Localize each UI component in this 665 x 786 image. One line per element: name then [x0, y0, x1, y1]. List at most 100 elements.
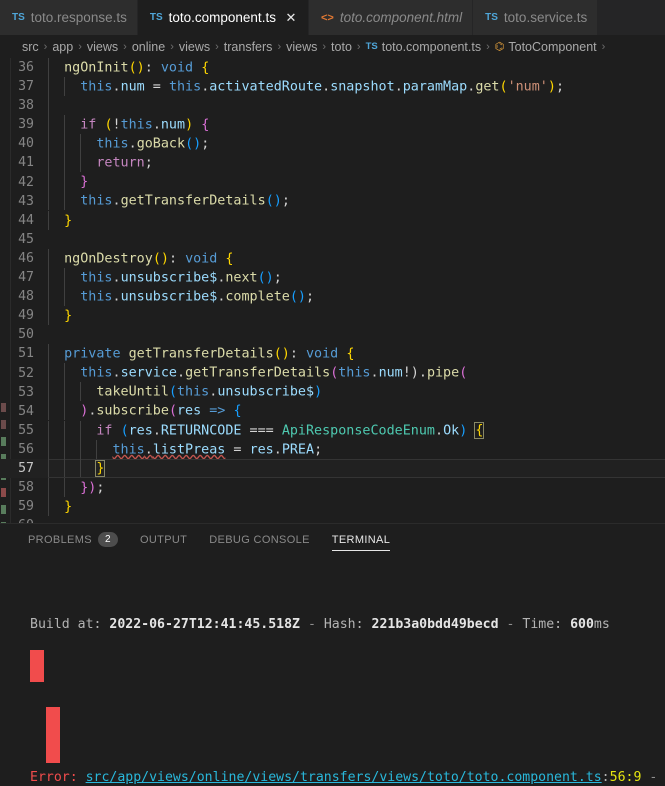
- line-number: 55: [18, 422, 34, 438]
- error-location: 56:9: [609, 770, 642, 786]
- code-line[interactable]: 36 ngOnInit(): void {: [0, 58, 665, 77]
- dash-separator: -: [307, 616, 316, 632]
- breadcrumb-item-online[interactable]: online: [132, 40, 165, 54]
- terminal-output[interactable]: Build at: 2022-06-27T12:41:45.518Z - Has…: [0, 555, 665, 786]
- breadcrumb: src › app › views › online › views › tra…: [0, 35, 665, 58]
- close-icon[interactable]: ✕: [284, 11, 298, 24]
- hash-label: Hash:: [323, 616, 364, 632]
- line-number: 40: [18, 136, 34, 152]
- editor-tab-toto-service-ts[interactable]: TS toto.service.ts: [473, 0, 599, 35]
- line-content: this.getTransferDetails();: [48, 191, 665, 211]
- line-number: 47: [18, 270, 34, 286]
- editor-tab-label: toto.response.ts: [30, 10, 127, 25]
- breadcrumb-separator-icon: ›: [215, 40, 219, 53]
- ts-file-icon: TS: [485, 12, 498, 23]
- code-lines[interactable]: 36 ngOnInit(): void { 37 this.num = this…: [0, 58, 665, 523]
- code-line-current[interactable]: 57 }: [0, 458, 665, 479]
- breadcrumb-item-views-3[interactable]: views: [286, 40, 317, 54]
- breadcrumb-separator-icon: ›: [78, 40, 82, 53]
- class-symbol-icon: ⌬: [494, 41, 505, 53]
- code-line[interactable]: 53 takeUntil(this.unsubscribe$): [0, 382, 665, 402]
- terminal-line-error-header: Error: src/app/views/online/views/transf…: [30, 770, 658, 786]
- line-content: this.listPreas = res.PREA;: [48, 439, 665, 460]
- line-content: ngOnDestroy(): void {: [48, 248, 665, 269]
- line-number: 59: [18, 499, 34, 515]
- line-content: this.unsubscribe$.next();: [48, 267, 665, 288]
- line-content: });: [48, 477, 665, 498]
- code-line[interactable]: 44 }: [0, 210, 665, 231]
- line-number: 38: [18, 98, 34, 114]
- line-content: }: [48, 458, 665, 479]
- line-content: ngOnInit(): void {: [48, 58, 665, 77]
- code-line[interactable]: 37 this.num = this.activatedRoute.snapsh…: [0, 76, 665, 97]
- ts-file-icon: TS: [149, 12, 163, 23]
- line-content: this.unsubscribe$.complete();: [48, 286, 665, 307]
- line-content: [48, 95, 665, 116]
- line-number: 39: [18, 117, 34, 133]
- breadcrumb-item-toto[interactable]: toto: [331, 40, 352, 54]
- code-line[interactable]: 46 ngOnDestroy(): void {: [0, 248, 665, 269]
- breadcrumb-item-file[interactable]: toto.component.ts: [382, 40, 481, 54]
- build-label: Build at:: [30, 616, 102, 632]
- breadcrumb-separator-icon: ›: [601, 40, 606, 53]
- code-line[interactable]: 60: [0, 516, 665, 523]
- code-line[interactable]: 52 this.service.getTransferDetails(this.…: [0, 363, 665, 383]
- code-line[interactable]: 47 this.unsubscribe$.next();: [0, 267, 665, 288]
- error-file-path[interactable]: src/app/views/online/views/transfers/vie…: [86, 770, 602, 785]
- breadcrumb-item-transfers[interactable]: transfers: [224, 40, 273, 54]
- panel-tab-output[interactable]: OUTPUT: [140, 524, 187, 555]
- line-number: 48: [18, 289, 34, 305]
- editor-tab-toto-response-ts[interactable]: TS toto.response.ts: [0, 0, 138, 35]
- code-line[interactable]: 59 }: [0, 496, 665, 516]
- code-line[interactable]: 50: [0, 325, 665, 344]
- html-file-icon: <>: [320, 11, 334, 24]
- line-number: 41: [18, 155, 34, 171]
- panel-tab-label: PROBLEMS: [28, 533, 92, 546]
- code-line[interactable]: 58 });: [0, 477, 665, 498]
- breadcrumb-separator-icon: ›: [486, 40, 490, 53]
- ts-file-icon: TS: [365, 41, 378, 52]
- panel-tab-terminal[interactable]: TERMINAL: [331, 524, 391, 555]
- breadcrumb-separator-icon: ›: [277, 40, 282, 53]
- line-number: 51: [18, 346, 34, 362]
- line-number: 49: [18, 308, 34, 324]
- line-number: 60: [0, 516, 48, 523]
- time-label: Time:: [522, 616, 563, 632]
- panel-tab-debug-console[interactable]: DEBUG CONSOLE: [209, 524, 310, 555]
- build-time-unit: ms: [593, 616, 610, 632]
- line-number: 46: [18, 250, 34, 266]
- error-line-marker: [30, 650, 44, 682]
- breadcrumb-item-views[interactable]: views: [87, 40, 118, 54]
- editor-tab-toto-component-html[interactable]: <> toto.component.html: [308, 0, 474, 35]
- line-number: 37: [18, 79, 34, 95]
- line-content: }: [48, 210, 665, 231]
- panel-tab-bar: PROBLEMS 2 OUTPUT DEBUG CONSOLE TERMINAL: [0, 524, 665, 555]
- code-line[interactable]: 41 return;: [0, 153, 665, 173]
- code-line[interactable]: 38: [0, 95, 665, 116]
- code-line[interactable]: 49 }: [0, 305, 665, 325]
- code-line[interactable]: 51 private getTransferDetails(): void {: [0, 344, 665, 364]
- code-line[interactable]: 54 ).subscribe(res => {: [0, 401, 665, 421]
- breadcrumb-item-app[interactable]: app: [52, 40, 73, 54]
- code-line[interactable]: 43 this.getTransferDetails();: [0, 191, 665, 211]
- line-content: ).subscribe(res => {: [48, 401, 665, 421]
- line-number: 56: [18, 441, 34, 457]
- code-line[interactable]: 45: [0, 230, 665, 249]
- code-editor[interactable]: 36 ngOnInit(): void { 37 this.num = this…: [0, 58, 665, 523]
- ts-file-icon: TS: [12, 12, 25, 23]
- line-content: this.goBack();: [48, 134, 665, 154]
- breadcrumb-item-views-2[interactable]: views: [179, 40, 210, 54]
- panel-tab-problems[interactable]: PROBLEMS 2: [28, 524, 118, 555]
- code-line[interactable]: 48 this.unsubscribe$.complete();: [0, 286, 665, 307]
- code-line[interactable]: 39 if (!this.num) {: [0, 115, 665, 135]
- code-line[interactable]: 40 this.goBack();: [0, 134, 665, 154]
- code-line[interactable]: 42 }: [0, 172, 665, 192]
- breadcrumb-item-symbol[interactable]: TotoComponent: [508, 40, 596, 54]
- code-line[interactable]: 55 if (res.RETURNCODE === ApiResponseCod…: [0, 420, 665, 440]
- editor-tab-toto-component-ts[interactable]: TS toto.component.ts ✕: [137, 0, 309, 35]
- line-content: this.service.getTransferDetails(this.num…: [48, 363, 665, 383]
- code-line[interactable]: 56 this.listPreas = res.PREA;: [0, 439, 665, 460]
- line-content: this.num = this.activatedRoute.snapshot.…: [48, 76, 665, 97]
- breadcrumb-item-src[interactable]: src: [22, 40, 39, 54]
